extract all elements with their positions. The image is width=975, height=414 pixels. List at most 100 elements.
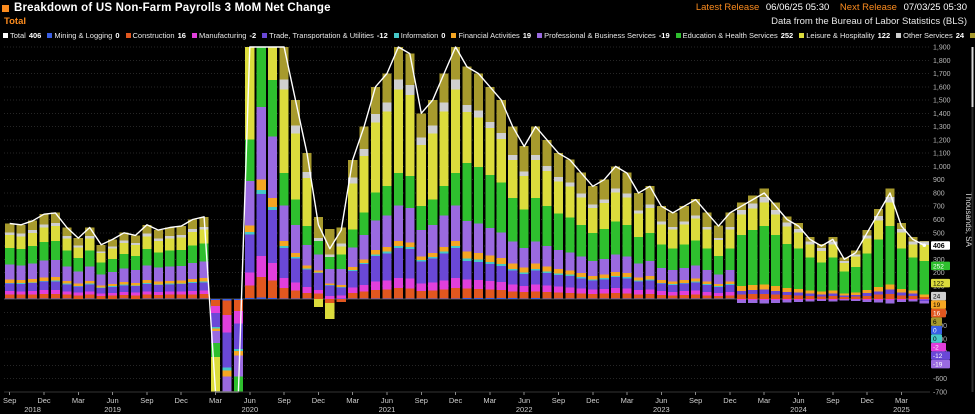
bar-segment <box>268 80 277 137</box>
bar-segment <box>474 280 483 289</box>
bar-segment <box>17 249 26 265</box>
legend-swatch-icon <box>537 33 542 38</box>
legend-series-value: 252 <box>781 31 794 40</box>
bar-segment <box>188 263 197 279</box>
bar-segment <box>142 249 151 265</box>
bar-segment <box>794 289 803 293</box>
bar-segment <box>600 289 609 294</box>
legend-item-trade-transportation-utilities[interactable]: Trade, Transportation & Utilities-12 <box>262 31 388 40</box>
bar-segment <box>62 238 71 250</box>
bar-segment <box>497 298 506 299</box>
bar-segment <box>497 100 506 133</box>
legend-item-other-services[interactable]: Other Services24 <box>896 31 964 40</box>
bar-segment <box>554 153 563 177</box>
bar-segment <box>97 293 106 295</box>
bar-segment <box>39 294 48 299</box>
bar-segment <box>108 246 117 248</box>
bar-segment <box>440 298 449 299</box>
bar-segment <box>325 299 334 303</box>
y-tick-label: -600 <box>933 376 947 383</box>
legend-item-leisure-hospitality[interactable]: Leisure & Hospitality122 <box>799 31 890 40</box>
bar-segment <box>325 257 334 269</box>
bar-segment <box>817 299 826 300</box>
bar-segment <box>268 47 277 80</box>
x-tick-label: Dec <box>586 396 600 405</box>
legend: Total406 Mining & Logging0 Construction16 M… <box>3 29 975 42</box>
bar-segment <box>28 282 37 283</box>
legend-item-professional-business-services[interactable]: Professional & Business Services-19 <box>537 31 670 40</box>
app-icon[interactable] <box>2 5 9 12</box>
bar-segment <box>828 291 837 294</box>
legend-item-construction[interactable]: Construction16 <box>126 31 186 40</box>
bar-segment <box>462 261 471 280</box>
legend-series-name: Mining & Logging <box>54 31 112 40</box>
legend-item-information[interactable]: Information0 <box>394 31 446 40</box>
bar-segment <box>74 271 83 283</box>
bar-segment <box>199 281 208 282</box>
legend-series-name: Construction <box>133 31 175 40</box>
bar-segment <box>645 276 654 279</box>
bar-segment <box>188 283 197 291</box>
bar-segment <box>371 298 380 299</box>
bar-segment <box>280 288 289 298</box>
bar-segment <box>577 197 586 225</box>
bar-segment <box>245 285 254 298</box>
bar-segment <box>142 291 151 294</box>
legend-item-mining-logging[interactable]: Mining & Logging0 <box>47 31 119 40</box>
bar-segment <box>211 306 220 313</box>
bar-segment <box>622 225 631 257</box>
bar-segment <box>622 193 631 197</box>
bar-segment <box>485 281 494 289</box>
bar-segment <box>177 235 186 238</box>
bar-segment <box>39 281 48 282</box>
bar-segment <box>440 280 449 289</box>
bar-segment <box>85 292 94 295</box>
bar-segment <box>302 245 311 265</box>
x-tick-label: Sep <box>140 396 153 405</box>
chart-plot-area[interactable]: -700-600-500-400-300-200-100010020030040… <box>0 43 975 414</box>
bar-segment <box>554 250 563 269</box>
bar-segment <box>760 290 769 294</box>
year-label: 2019 <box>104 405 121 414</box>
legend-item-education-health-services[interactable]: Education & Health Services252 <box>676 31 794 40</box>
legend-item-financial-activities[interactable]: Financial Activities19 <box>451 31 531 40</box>
bar-segment <box>382 103 391 112</box>
bar-segment <box>760 300 769 303</box>
legend-item-manufacturing[interactable]: Manufacturing-2 <box>192 31 256 40</box>
bar-segment <box>371 250 380 254</box>
bar-segment <box>531 160 540 198</box>
legend-swatch-icon <box>896 33 901 38</box>
bar-segment <box>771 286 780 291</box>
bar-segment <box>428 253 437 257</box>
payrolls-stacked-chart[interactable]: -700-600-500-400-300-200-100010020030040… <box>0 43 975 414</box>
legend-item-total[interactable]: Total406 <box>3 31 41 40</box>
bar-segment <box>680 268 689 280</box>
bar-segment <box>108 272 117 284</box>
bar-segment <box>691 282 700 283</box>
x-tick-label: Mar <box>621 396 634 405</box>
bar-segment <box>177 291 186 294</box>
legend-item-government[interactable]: Government6 <box>970 31 975 40</box>
bar-segment <box>177 237 186 249</box>
bar-segment <box>177 295 186 299</box>
bar-segment <box>611 188 620 192</box>
bar-segment <box>108 284 117 286</box>
bar-segment <box>851 295 860 297</box>
bar-segment <box>199 227 208 230</box>
bar-segment <box>428 298 437 299</box>
bar-segment <box>783 244 792 288</box>
bar-segment <box>805 258 814 291</box>
bar-segment <box>97 296 106 299</box>
bar-segment <box>622 173 631 194</box>
bar-segment <box>39 224 48 227</box>
bar-segment <box>725 285 734 292</box>
bar-segment <box>508 155 517 160</box>
series-selector-total[interactable]: Total <box>4 16 26 27</box>
bar-segment <box>417 230 426 256</box>
scrollbar-thumb[interactable] <box>972 47 974 107</box>
bar-segment <box>497 133 506 139</box>
bar-segment <box>920 245 929 261</box>
bar-segment <box>440 74 449 103</box>
bar-segment <box>74 258 83 271</box>
bar-segment <box>440 215 449 247</box>
